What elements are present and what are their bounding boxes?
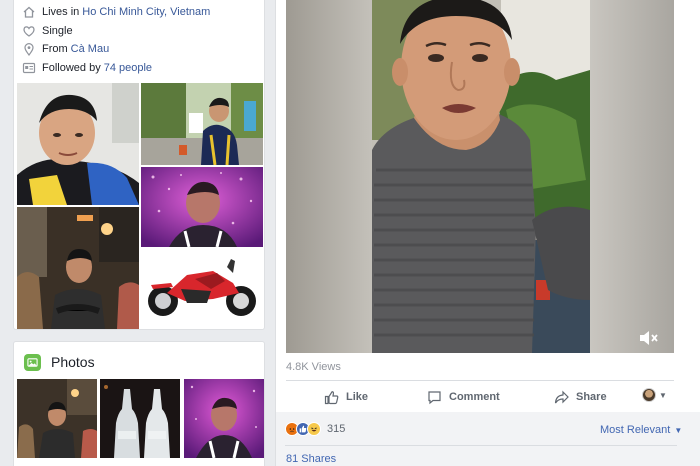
lives-in-place-link[interactable]: Ho Chi Minh City, Vietnam [82, 6, 210, 18]
featured-photo-purple-lights[interactable] [141, 167, 263, 247]
photos-title: Photos [51, 354, 95, 370]
caret-down-icon: ▼ [659, 390, 667, 400]
reactions-summary[interactable]: 315 [285, 422, 345, 436]
lives-in-label: Lives in [42, 6, 80, 18]
photos-header[interactable]: Photos [24, 353, 95, 371]
mute-toggle[interactable] [638, 330, 658, 346]
from-place-link[interactable]: Cà Mau [71, 43, 110, 55]
followers-count-link[interactable]: 74 people [104, 62, 152, 74]
video-post-card: 4.8K Views Like Comment Share ▼ 315 Most… [275, 0, 700, 466]
photos-card: Photos [13, 341, 265, 466]
heart-icon [22, 24, 36, 38]
intro-card: Lives in Ho Chi Minh City, Vietnam Singl… [13, 0, 265, 330]
info-lives-in: Lives in Ho Chi Minh City, Vietnam [22, 3, 210, 21]
featured-photo-selfie-blue[interactable] [17, 83, 139, 205]
featured-photo-park[interactable] [141, 83, 263, 165]
info-from: From Cà Mau [22, 40, 109, 58]
haha-reaction-icon [307, 422, 321, 436]
muted-speaker-icon [638, 331, 658, 350]
share-arrow-icon [554, 390, 569, 405]
location-pin-icon [22, 42, 36, 56]
like-label: Like [346, 391, 369, 403]
divider [285, 445, 677, 446]
comment-sort-dropdown[interactable]: Most Relevant ▼ [600, 424, 682, 436]
post-as-selector[interactable]: ▼ [642, 388, 667, 402]
photos-thumb-street-crowd[interactable] [17, 379, 97, 458]
sort-label: Most Relevant [600, 424, 671, 436]
shares-link[interactable]: 81 Shares [286, 453, 336, 465]
thumbs-up-icon [324, 390, 339, 405]
like-button[interactable]: Like [324, 387, 368, 407]
share-button[interactable]: Share [554, 387, 607, 407]
followers-icon [22, 61, 36, 75]
photos-thumb-purple-selfie[interactable] [184, 379, 264, 458]
view-count: 4.8K Views [286, 361, 341, 373]
comment-button[interactable]: Comment [427, 387, 500, 407]
photos-icon [24, 353, 41, 371]
from-label: From [42, 43, 68, 55]
followed-by-label: Followed by [42, 62, 101, 74]
info-relationship: Single [22, 22, 73, 40]
caret-down-icon: ▼ [674, 425, 683, 435]
photos-thumb-bottles[interactable] [100, 379, 180, 458]
reaction-count: 315 [327, 423, 346, 435]
featured-photo-motorcycle[interactable] [141, 249, 263, 329]
home-icon [22, 5, 36, 19]
reactions-bar: 315 Most Relevant ▼ 81 Shares [276, 412, 700, 466]
share-label: Share [576, 391, 607, 403]
featured-photo-night-street[interactable] [17, 207, 139, 329]
comment-icon [427, 390, 442, 405]
video-player[interactable] [286, 0, 674, 353]
comment-label: Comment [449, 391, 500, 403]
avatar [642, 388, 656, 402]
info-followers: Followed by 74 people [22, 59, 152, 77]
relationship-status: Single [42, 25, 73, 37]
divider [286, 380, 674, 381]
